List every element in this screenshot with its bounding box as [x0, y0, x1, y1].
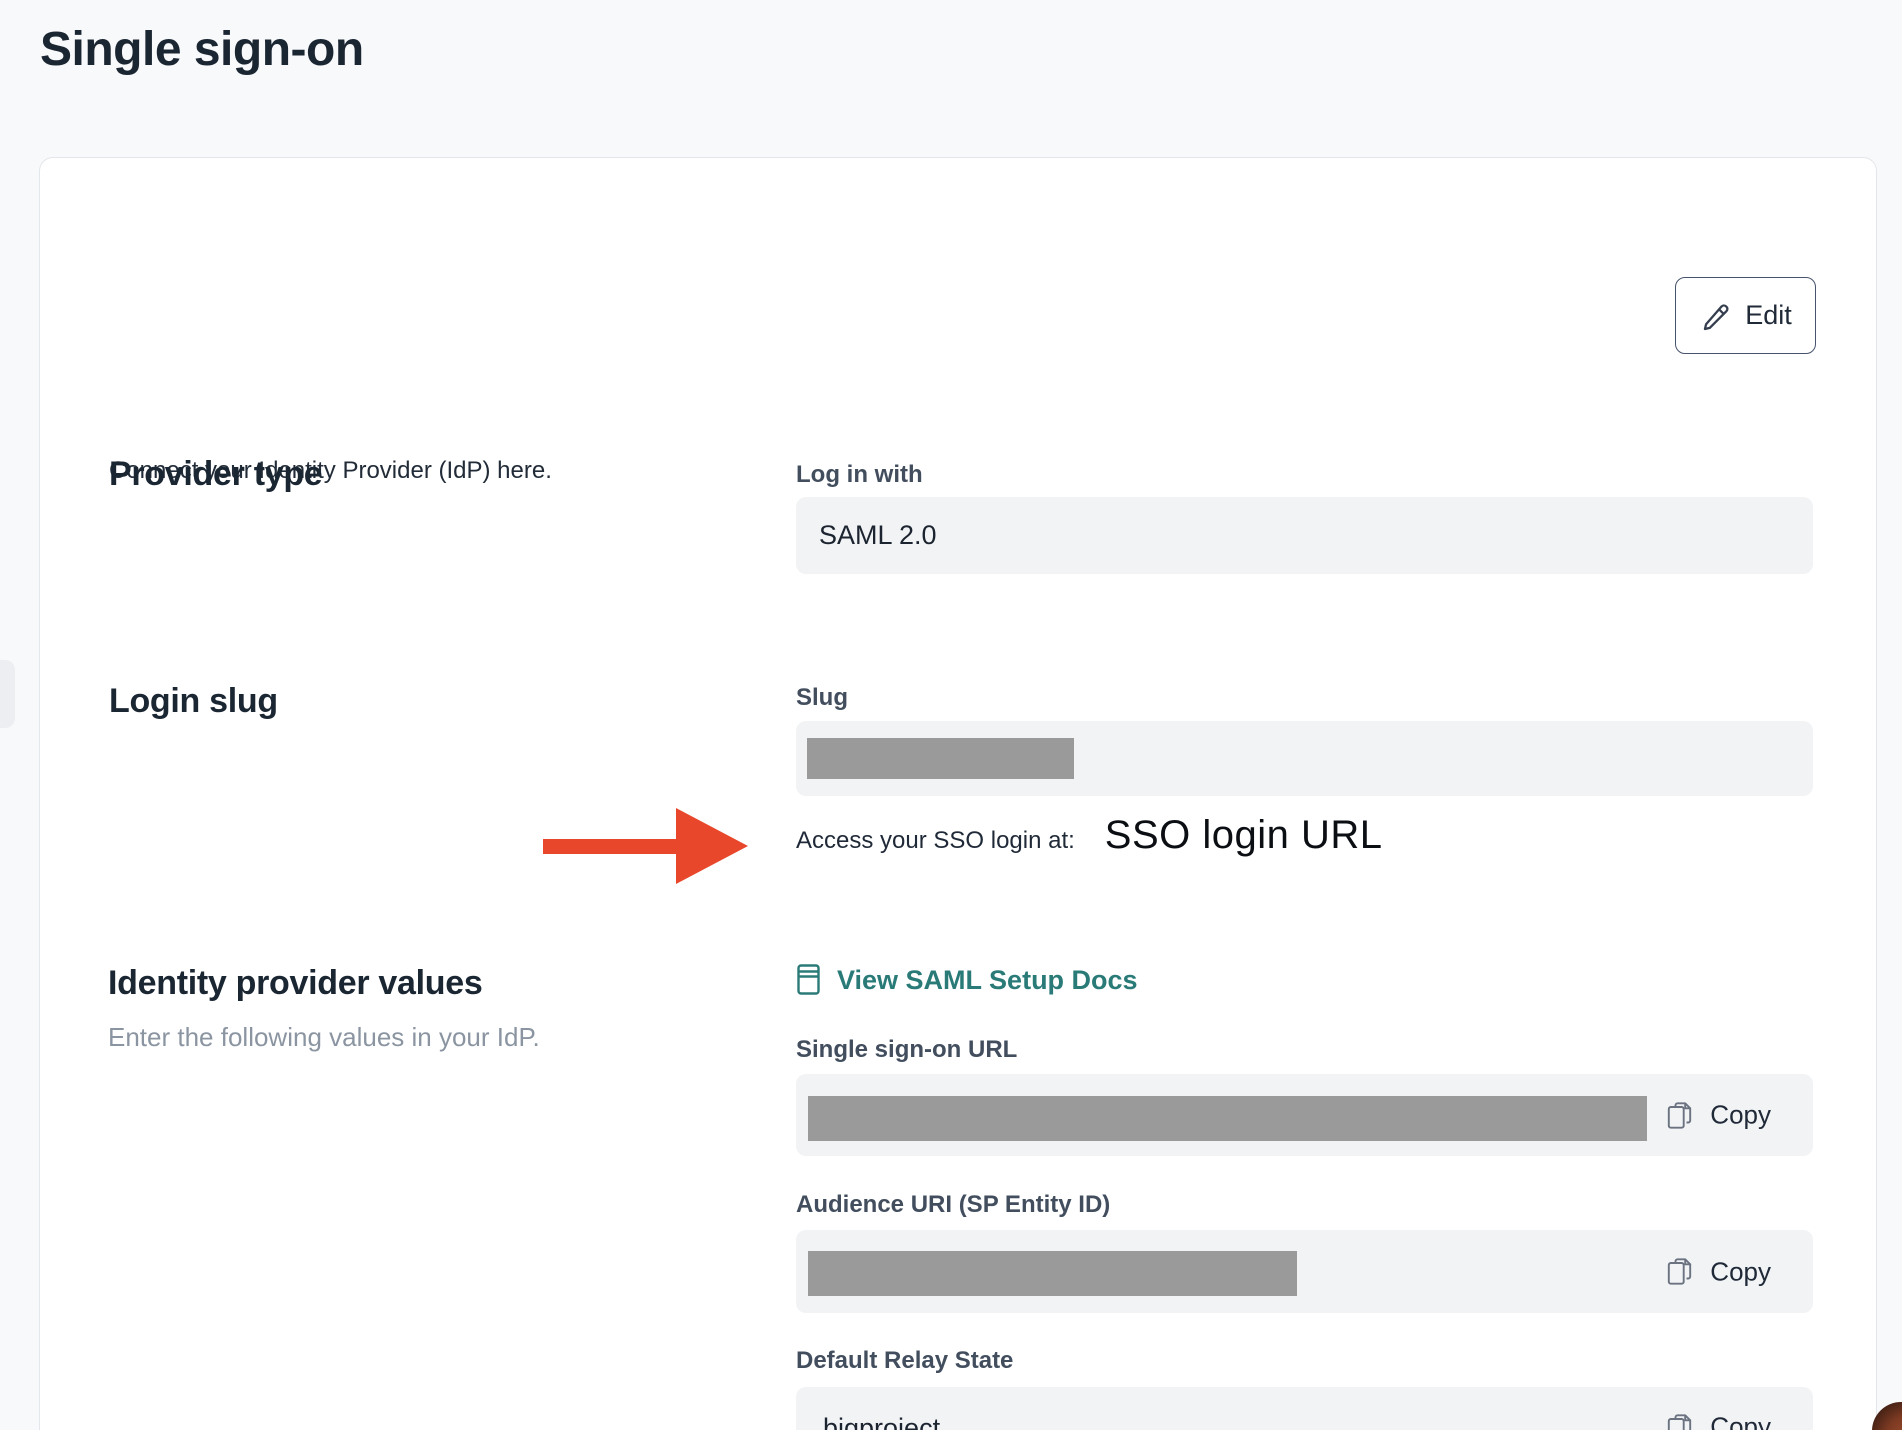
page-title: Single sign-on	[40, 22, 364, 77]
sso-login-access-row: Access your SSO login at: SSO login URL	[796, 813, 1383, 858]
slug-field	[796, 721, 1813, 796]
copy-relay-state-button[interactable]: Copy	[1667, 1412, 1771, 1430]
sso-login-access-text: Access your SSO login at:	[796, 827, 1075, 854]
sso-url-field: Copy	[796, 1074, 1813, 1156]
idp-values-heading: Identity provider values	[108, 964, 482, 1003]
arrow-head	[676, 808, 748, 884]
saml-docs-link[interactable]: View SAML Setup Docs	[797, 964, 1138, 996]
left-edge-tab[interactable]	[0, 660, 15, 728]
slug-label: Slug	[796, 684, 848, 712]
provider-type-value: SAML 2.0	[819, 520, 937, 551]
copy-sso-url-button[interactable]: Copy	[1667, 1100, 1771, 1131]
provider-type-field: SAML 2.0	[796, 497, 1813, 574]
audience-uri-field: Copy	[796, 1230, 1813, 1313]
copy-button-label: Copy	[1710, 1256, 1771, 1287]
edit-button[interactable]: Edit	[1675, 277, 1816, 354]
copy-icon	[1667, 1258, 1692, 1286]
redacted-slug-value	[807, 738, 1074, 779]
idp-values-description: Enter the following values in your IdP.	[108, 1022, 540, 1053]
copy-icon	[1667, 1101, 1692, 1129]
edit-button-label: Edit	[1745, 300, 1792, 331]
redacted-audience-uri-value	[808, 1251, 1297, 1296]
pencil-icon	[1699, 300, 1731, 332]
copy-button-label: Copy	[1710, 1412, 1771, 1430]
login-slug-heading: Login slug	[109, 682, 278, 721]
settings-card: Connect your Identity Provider (IdP) her…	[39, 157, 1877, 1430]
log-in-with-label: Log in with	[796, 461, 923, 489]
copy-audience-uri-button[interactable]: Copy	[1667, 1256, 1771, 1287]
sso-login-url-text: SSO login URL	[1105, 813, 1383, 857]
sso-settings-page: Single sign-on Connect your Identity Pro…	[0, 0, 1902, 1430]
sso-url-label: Single sign-on URL	[796, 1036, 1017, 1064]
annotation-arrow	[543, 808, 748, 884]
journal-icon	[797, 964, 820, 995]
arrow-shaft	[543, 839, 676, 854]
audience-uri-label: Audience URI (SP Entity ID)	[796, 1191, 1110, 1219]
relay-state-field: bigproject Copy	[796, 1387, 1813, 1430]
copy-button-label: Copy	[1710, 1100, 1771, 1131]
relay-state-label: Default Relay State	[796, 1347, 1013, 1375]
relay-state-value: bigproject	[823, 1413, 940, 1430]
provider-type-heading: Provider type	[109, 455, 322, 494]
redacted-sso-url-value	[808, 1096, 1647, 1141]
saml-docs-link-label: View SAML Setup Docs	[837, 964, 1138, 996]
copy-icon	[1667, 1413, 1692, 1430]
